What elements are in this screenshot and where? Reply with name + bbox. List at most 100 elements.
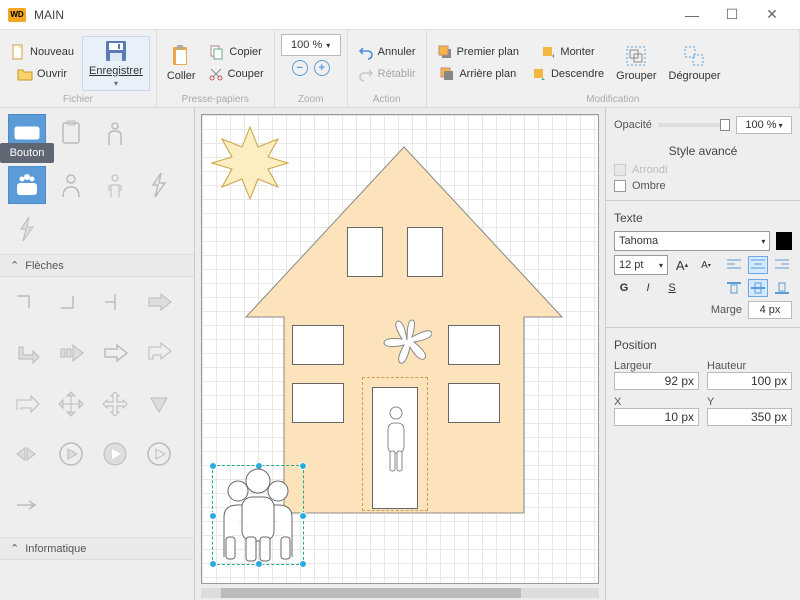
align-center-button[interactable] xyxy=(748,256,768,274)
font-increase-button[interactable]: A▴ xyxy=(672,256,692,274)
cut-label: Couper xyxy=(228,68,264,80)
paste-label: Coller xyxy=(167,70,196,82)
shape-lightning[interactable] xyxy=(140,166,178,204)
window-shape[interactable] xyxy=(292,383,344,423)
font-select[interactable]: Tahoma▾ xyxy=(614,231,770,251)
shape-person-outline[interactable] xyxy=(52,166,90,204)
canvas-area xyxy=(195,108,605,600)
margin-value[interactable]: 4 px xyxy=(748,301,792,319)
window-shape[interactable] xyxy=(448,383,500,423)
valign-middle-button[interactable] xyxy=(748,279,768,297)
shape-arrow[interactable] xyxy=(52,334,90,372)
shape-move-arrows[interactable] xyxy=(52,385,90,423)
font-decrease-button[interactable]: A▾ xyxy=(696,256,716,274)
save-icon xyxy=(104,39,128,63)
properties-panel: Opacité 100 %▾ Style avancé Arrondi Ombr… xyxy=(605,108,800,600)
shape-arrow-right[interactable] xyxy=(140,283,178,321)
ungroup-label: Dégrouper xyxy=(669,70,721,82)
background-button[interactable]: Arrière plan xyxy=(433,64,523,84)
shape-arrow[interactable] xyxy=(140,334,178,372)
foreground-button[interactable]: Premier plan xyxy=(433,42,523,62)
opacity-slider[interactable] xyxy=(658,123,730,127)
shape-person[interactable] xyxy=(96,114,134,152)
ribbon-group-zoom: 100 %▾ − + Zoom xyxy=(275,30,348,107)
shape-arrow-simple[interactable] xyxy=(8,486,46,524)
horizontal-scrollbar[interactable] xyxy=(201,588,599,598)
shape-clipboard[interactable] xyxy=(52,114,90,152)
minimize-button[interactable]: — xyxy=(672,0,712,30)
section-arrows-label: Flèches xyxy=(25,260,64,272)
shape-arrow[interactable] xyxy=(8,385,46,423)
bold-button[interactable]: G xyxy=(614,279,634,297)
canvas[interactable] xyxy=(201,114,599,584)
section-arrows[interactable]: ⌃Flèches xyxy=(0,254,194,277)
shape-triangle-down[interactable] xyxy=(140,385,178,423)
foreground-label: Premier plan xyxy=(457,46,519,58)
shape-arrow[interactable] xyxy=(52,283,90,321)
width-input[interactable]: 92 px xyxy=(614,372,699,390)
move-up-button[interactable]: Monter xyxy=(527,42,608,62)
width-label: Largeur xyxy=(614,360,652,372)
underline-button[interactable]: S xyxy=(662,279,682,297)
shape-lightning2[interactable] xyxy=(8,210,46,248)
cut-button[interactable]: Couper xyxy=(204,64,268,84)
window-shape[interactable] xyxy=(292,325,344,365)
close-button[interactable]: ✕ xyxy=(752,0,792,30)
window-title: MAIN xyxy=(34,8,64,22)
group-button[interactable]: Grouper xyxy=(612,42,660,84)
folder-icon xyxy=(17,66,33,82)
shadow-checkbox[interactable] xyxy=(614,180,626,192)
redo-button[interactable]: Rétablir xyxy=(354,64,420,84)
shape-person2[interactable] xyxy=(96,166,134,204)
shape-play-circle[interactable] xyxy=(140,435,178,473)
copy-icon xyxy=(209,44,225,60)
zoom-in-button[interactable]: + xyxy=(314,60,330,76)
section-it[interactable]: ⌃Informatique xyxy=(0,537,194,560)
italic-button[interactable]: I xyxy=(638,279,658,297)
shape-arrow[interactable] xyxy=(96,385,134,423)
shape-play-circle[interactable] xyxy=(52,435,90,473)
ungroup-button[interactable]: Dégrouper xyxy=(665,42,725,84)
people-group-shape[interactable] xyxy=(214,467,302,563)
align-right-button[interactable] xyxy=(772,256,792,274)
zoom-value[interactable]: 100 %▾ xyxy=(281,34,341,56)
shape-arrow[interactable] xyxy=(8,334,46,372)
shape-people-group-selected[interactable] xyxy=(8,166,46,204)
shapes-panel: Bouton ⌃Flèches xyxy=(0,108,195,600)
font-size-select[interactable]: 12 pt▾ xyxy=(614,255,668,275)
align-left-button[interactable] xyxy=(724,256,744,274)
y-label: Y xyxy=(707,396,714,408)
shape-play-circle[interactable] xyxy=(96,435,134,473)
save-button[interactable]: Enregistrer ▾ xyxy=(82,36,150,91)
tooltip: Bouton xyxy=(0,143,54,163)
window-shape[interactable] xyxy=(407,227,443,277)
group-label: Grouper xyxy=(616,70,656,82)
zoom-out-button[interactable]: − xyxy=(292,60,308,76)
new-button[interactable]: Nouveau xyxy=(6,42,78,62)
move-down-button[interactable]: Descendre xyxy=(527,64,608,84)
copy-button[interactable]: Copier xyxy=(204,42,268,62)
valign-bottom-button[interactable] xyxy=(772,279,792,297)
maximize-button[interactable]: ☐ xyxy=(712,0,752,30)
text-color-swatch[interactable] xyxy=(776,232,792,250)
window-shape[interactable] xyxy=(448,325,500,365)
shape-button-widget[interactable]: Bouton xyxy=(8,114,46,152)
height-input[interactable]: 100 px xyxy=(707,372,792,390)
x-input[interactable]: 10 px xyxy=(614,408,699,426)
open-button[interactable]: Ouvrir xyxy=(6,64,78,84)
shape-arrow[interactable] xyxy=(8,435,46,473)
paste-button[interactable]: Coller xyxy=(163,42,200,84)
shape-arrow[interactable] xyxy=(8,283,46,321)
valign-top-button[interactable] xyxy=(724,279,744,297)
undo-button[interactable]: Annuler xyxy=(354,42,420,62)
redo-icon xyxy=(358,66,374,82)
new-label: Nouveau xyxy=(30,46,74,58)
open-label: Ouvrir xyxy=(37,68,67,80)
shape-arrow[interactable] xyxy=(96,334,134,372)
flower-shape[interactable] xyxy=(382,315,432,365)
window-shape[interactable] xyxy=(347,227,383,277)
y-input[interactable]: 350 px xyxy=(707,408,792,426)
person-in-door[interactable] xyxy=(380,405,412,475)
opacity-value[interactable]: 100 %▾ xyxy=(736,116,792,134)
shape-arrow[interactable] xyxy=(96,283,134,321)
